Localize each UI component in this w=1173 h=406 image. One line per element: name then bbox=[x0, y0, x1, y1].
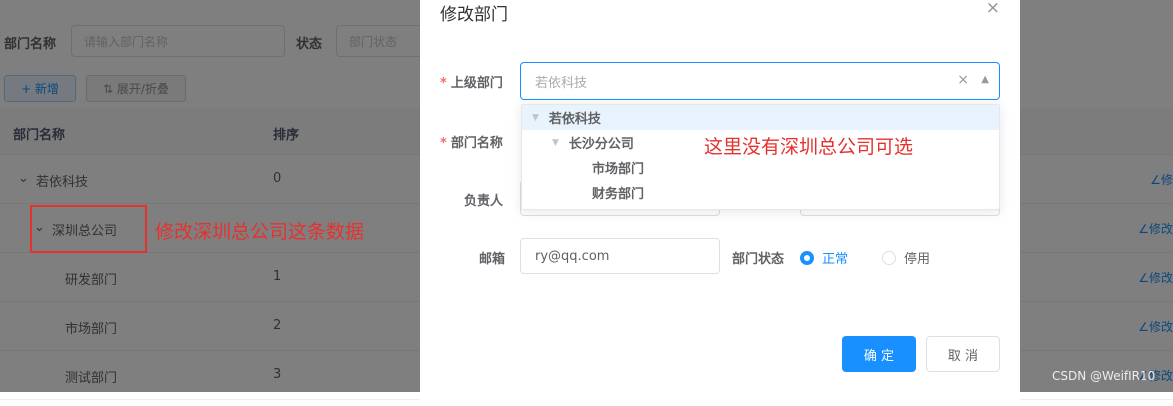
dialog-title: 修改部门 bbox=[440, 5, 508, 25]
cancel-label: 取 消 bbox=[947, 348, 979, 364]
email-input[interactable]: ry@qq.com bbox=[520, 238, 720, 274]
radio-normal-label: 正常 bbox=[822, 252, 849, 267]
radio-disabled-label: 停用 bbox=[904, 252, 931, 267]
arrow-up-icon[interactable]: ▲ bbox=[981, 74, 989, 85]
status-radio-disabled[interactable]: 停用 bbox=[882, 248, 930, 267]
tree-node-label: 财务部门 bbox=[592, 187, 645, 202]
leader-label: 负责人 bbox=[464, 194, 504, 209]
cancel-button[interactable]: 取 消 bbox=[926, 336, 1000, 372]
annotation-row-note: 修改深圳总公司这条数据 bbox=[155, 221, 365, 243]
caret-down-icon: ▼ bbox=[552, 137, 559, 148]
radio-unchecked-icon bbox=[882, 250, 896, 265]
watermark: CSDN @WeifIR10 bbox=[1052, 369, 1156, 383]
caret-down-icon: ▼ bbox=[532, 112, 539, 123]
status-radio-normal[interactable]: 正常 bbox=[800, 248, 848, 267]
parent-dept-treeselect[interactable]: 若依科技 × ▲ bbox=[520, 62, 1000, 100]
radio-checked-icon bbox=[800, 250, 814, 265]
status-label: 部门状态 bbox=[732, 252, 785, 267]
tree-node-label: 市场部门 bbox=[592, 162, 645, 177]
confirm-button[interactable]: 确 定 bbox=[842, 336, 916, 372]
confirm-label: 确 定 bbox=[863, 348, 895, 364]
email-value: ry@qq.com bbox=[535, 248, 610, 264]
tree-node-label: 若依科技 bbox=[548, 112, 601, 127]
tree-node-label: 长沙分公司 bbox=[568, 137, 634, 152]
dept-name-label: * 部门名称 bbox=[440, 136, 503, 151]
parent-dept-value: 若依科技 bbox=[535, 75, 588, 91]
clear-icon[interactable]: × bbox=[957, 72, 969, 88]
annotation-highlight-box bbox=[30, 205, 147, 253]
tree-node-finance[interactable]: 财务部门 bbox=[522, 180, 999, 205]
email-label: 邮箱 bbox=[479, 252, 506, 267]
parent-dept-label: * 上级部门 bbox=[440, 76, 503, 91]
tree-node-ruoyi[interactable]: ▼ 若依科技 bbox=[522, 105, 999, 130]
annotation-dropdown-note: 这里没有深圳总公司可选 bbox=[704, 136, 914, 158]
close-icon[interactable]: × bbox=[986, 0, 1000, 18]
